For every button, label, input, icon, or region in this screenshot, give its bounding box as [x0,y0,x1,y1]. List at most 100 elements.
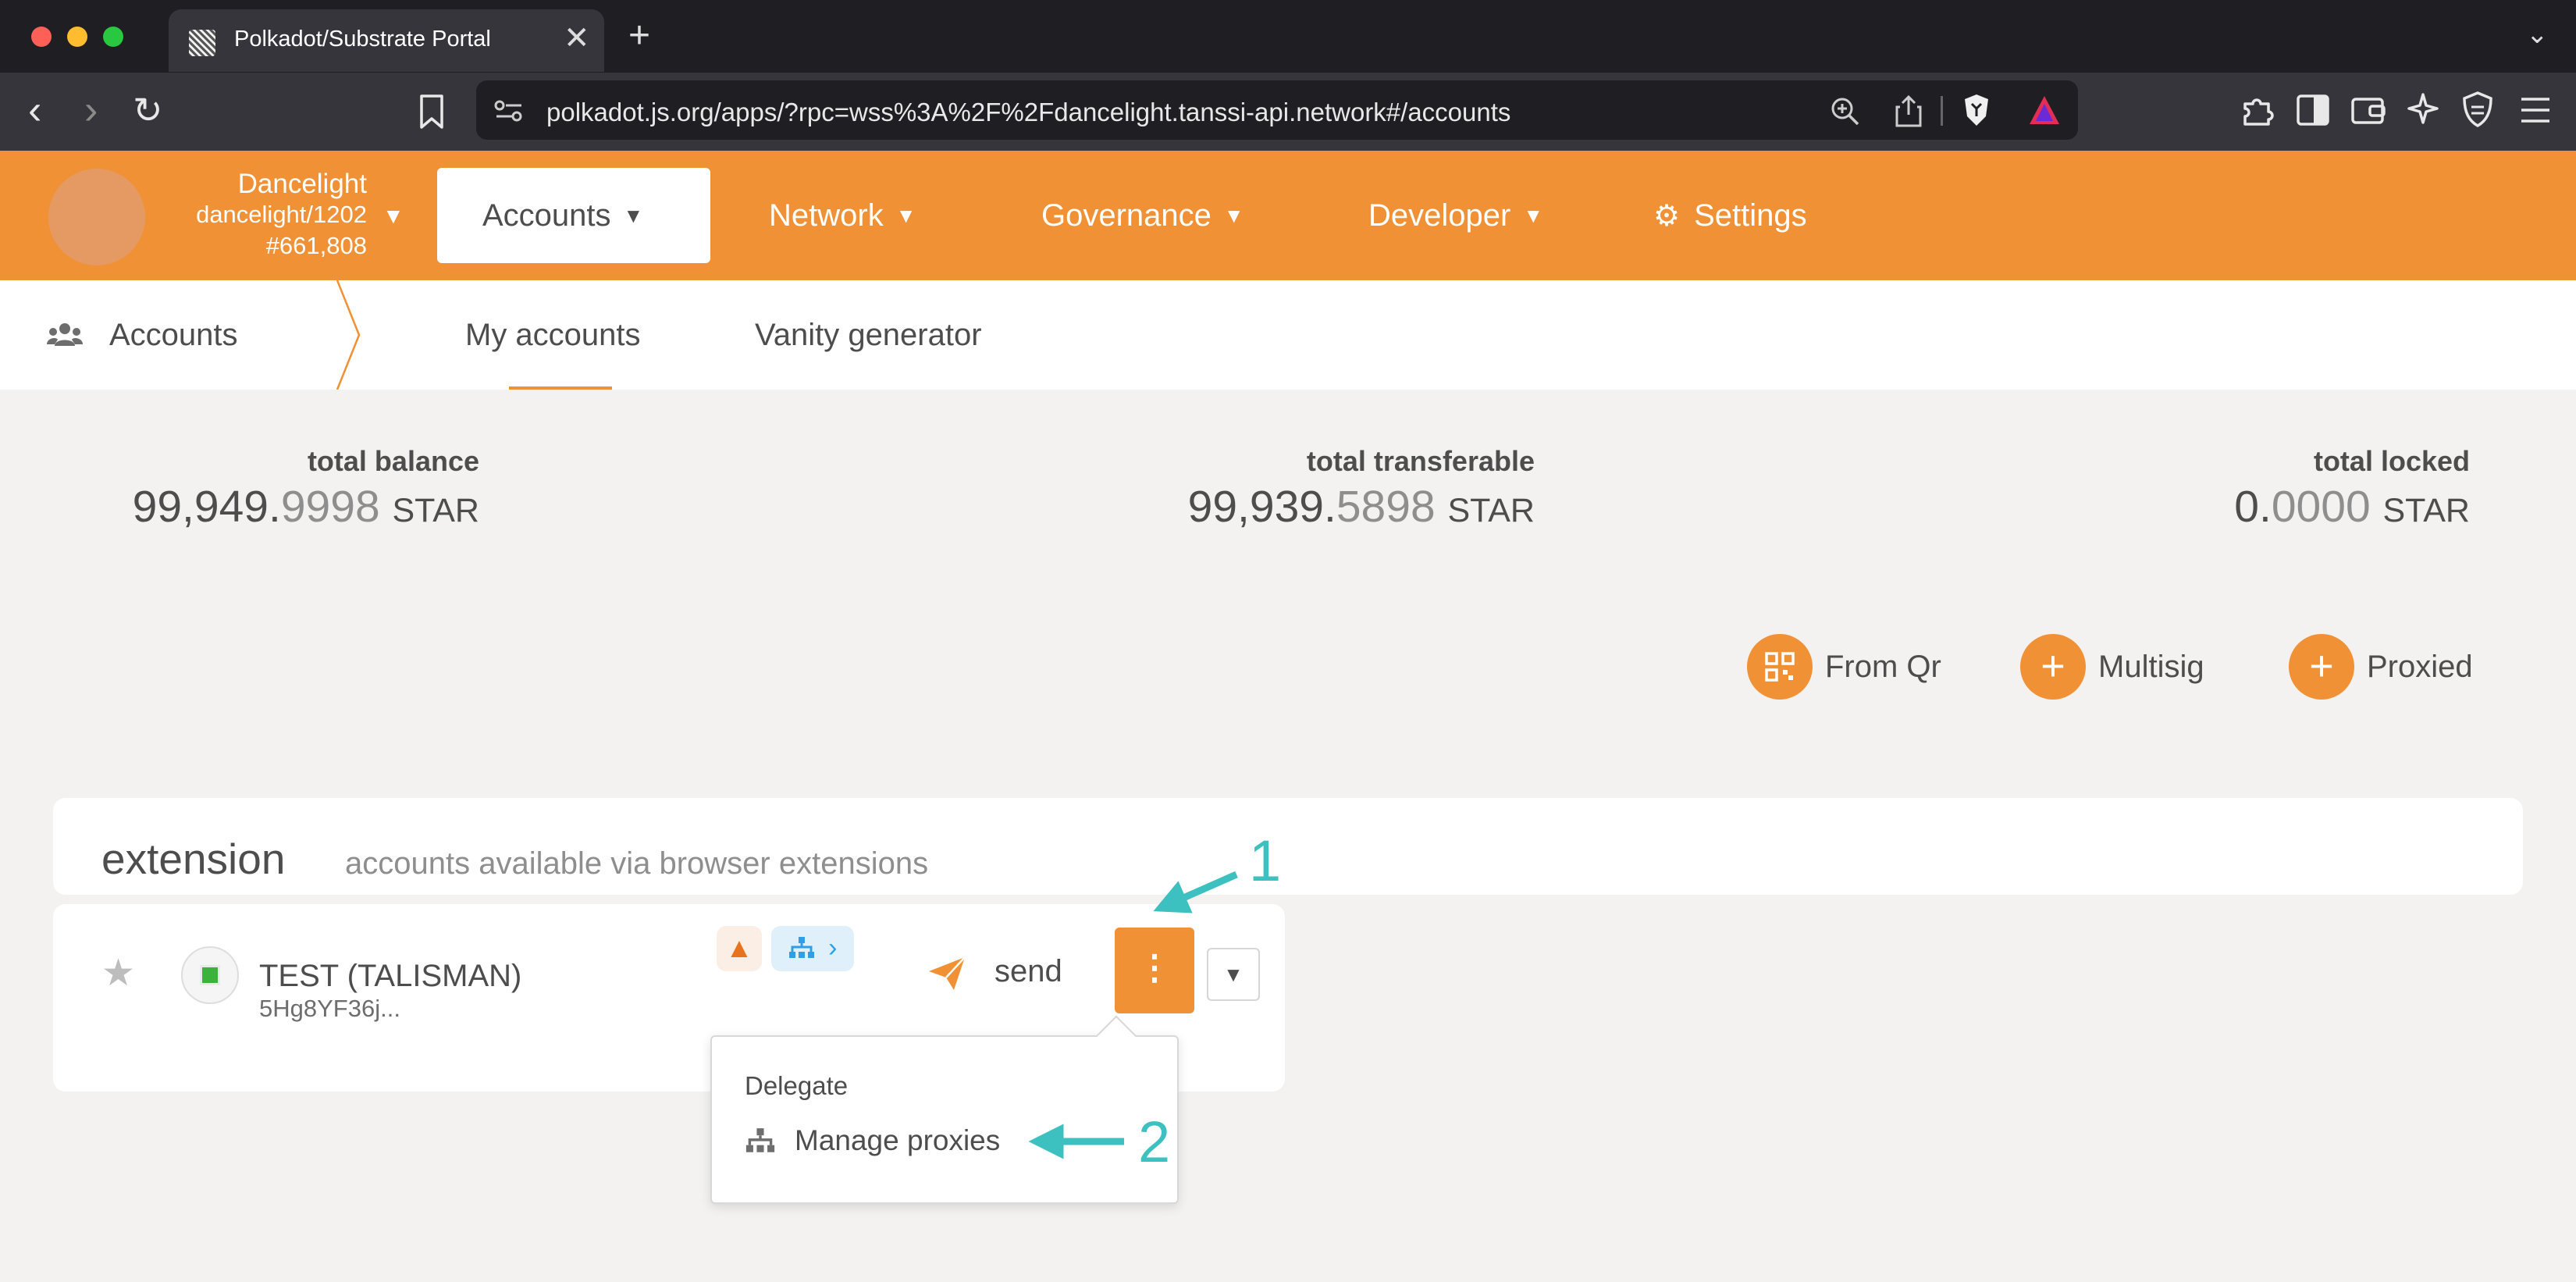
chain-spec-version[interactable]: dancelight/1202 [141,201,367,229]
extensions-puzzle-icon[interactable] [2240,93,2275,127]
account-identicon[interactable] [181,946,239,1004]
total-transferable-label: total transferable [1306,445,1535,477]
menu-governance-label: Governance [1041,198,1212,233]
qrcode-icon [1747,634,1813,700]
from-qr-label: From Qr [1825,649,1941,684]
account-name[interactable]: TEST (TALISMAN) [259,959,521,994]
menu-network[interactable]: Network ▼ [769,151,916,280]
close-window-button[interactable] [31,27,52,47]
total-balance-value: 99,949.9998 STAR [132,482,479,532]
popup-section-delegate: Delegate [745,1071,849,1100]
manage-proxies-menu-item[interactable]: Manage proxies [745,1124,1000,1157]
annotation-step-1: 1 [1249,828,1282,893]
maximize-window-button[interactable] [103,27,123,47]
summary-total-locked: total locked 0.0000 STAR [2108,445,2470,532]
site-settings-icon[interactable] [493,99,525,123]
menu-developer[interactable]: Developer ▼ [1368,151,1543,280]
menu-accounts-label: Accounts [482,198,611,233]
account-actions-popup: Delegate Manage proxies [710,1035,1179,1204]
app-header: Dancelight dancelight/1202 #661,808 ▼ Ac… [0,151,2576,280]
ellipsis-vertical-icon: ⋮ [1137,949,1172,987]
browser-toolbar: ‹ › ↻ polkadot.js.org/apps/?rpc=wss%3A%2… [0,73,2576,151]
caret-down-icon: ▼ [1223,204,1244,227]
summary-total-transferable: total transferable 99,939.5898 STAR [1132,445,1535,532]
hamburger-menu-icon[interactable] [2520,96,2551,124]
caret-down-icon: ▼ [895,204,916,227]
brave-shields-icon[interactable] [1962,93,1991,127]
paper-plane-icon[interactable] [927,956,966,992]
breadcrumb-separator [336,280,361,390]
identicon-core [200,965,220,985]
annotation-step-2: 2 [1138,1109,1171,1174]
forward-button[interactable]: › [84,87,98,134]
url-text: polkadot.js.org/apps/?rpc=wss%3A%2F%2Fda… [546,98,1511,126]
reload-button[interactable]: ↻ [133,87,163,134]
menu-settings-label: Settings [1694,198,1807,233]
vpn-shield-icon[interactable] [2462,91,2493,127]
new-tab-button[interactable]: + [628,14,650,57]
plus-icon: + [2289,634,2354,700]
add-proxied-button[interactable]: + Proxied [2289,634,2473,700]
wallet-icon[interactable] [2351,94,2386,126]
sitemap-icon [788,937,814,958]
chain-logo[interactable] [48,169,145,265]
share-icon[interactable] [1895,94,1922,127]
expand-account-button[interactable]: ▼ [1207,948,1260,1001]
favicon-icon [189,30,215,56]
caret-down-icon: ▼ [623,204,644,227]
chain-name[interactable]: Dancelight [172,169,367,200]
sidebar-icon[interactable] [2297,94,2329,126]
tab-vanity-generator[interactable]: Vanity generator [755,318,982,353]
chain-best-block[interactable]: #661,808 [172,232,367,260]
toolbar-divider [1941,96,1943,126]
minimize-window-button[interactable] [67,27,87,47]
tab-close-icon[interactable]: ✕ [564,20,590,56]
menu-settings[interactable]: ⚙ Settings [1653,151,1807,280]
bookmark-icon[interactable] [418,94,445,129]
total-locked-value: 0.0000 STAR [2234,482,2470,532]
caret-down-icon: ▼ [1223,963,1244,986]
send-button[interactable]: send [994,954,1062,989]
tabs-menu-chevron-icon[interactable]: ⌄ [2526,19,2549,50]
caret-down-icon: ▼ [1523,204,1544,227]
plus-icon: + [2020,634,2086,700]
menu-governance[interactable]: Governance ▼ [1041,151,1244,280]
proxy-badge[interactable]: › [771,926,854,971]
proxied-label: Proxied [2367,649,2473,684]
tab-title: Polkadot/Substrate Portal [234,27,491,52]
add-multisig-button[interactable]: + Multisig [2020,634,2204,700]
favorite-star-icon[interactable]: ★ [101,951,135,995]
chain-selector-caret-icon[interactable]: ▼ [382,204,404,229]
tab-my-accounts[interactable]: My accounts [465,318,641,353]
users-icon [47,323,83,346]
extension-section-title: extension [101,835,286,883]
leo-ai-sparkle-icon[interactable] [2406,91,2442,127]
account-menu-button[interactable]: ⋮ [1115,928,1194,1013]
chevron-right-icon: › [828,933,838,963]
active-tab-indicator [509,386,612,390]
total-locked-label: total locked [2313,445,2470,477]
extension-section-subtitle: accounts available via browser extension… [345,846,929,881]
subnav-section-title[interactable]: Accounts [109,318,238,353]
sitemap-icon [745,1128,775,1152]
browser-tab-bar: Polkadot/Substrate Portal ✕ + ⌄ [0,0,2576,73]
menu-accounts[interactable]: Accounts ▼ [437,168,710,263]
browser-tab[interactable]: Polkadot/Substrate Portal ✕ [169,9,604,72]
address-bar[interactable]: polkadot.js.org/apps/?rpc=wss%3A%2F%2Fda… [476,80,2078,140]
brave-rewards-icon[interactable] [2028,94,2061,126]
total-balance-label: total balance [307,445,479,477]
from-qr-button[interactable]: From Qr [1747,634,1941,700]
warning-icon[interactable]: ▲ [717,926,762,971]
multisig-label: Multisig [2098,649,2204,684]
back-button[interactable]: ‹ [28,87,41,134]
manage-proxies-label: Manage proxies [795,1124,1001,1156]
summary-total-balance: total balance 99,949.9998 STAR [106,445,479,532]
extension-section-header: extension accounts available via browser… [53,798,2523,895]
total-transferable-value: 99,939.5898 STAR [1187,482,1535,532]
menu-developer-label: Developer [1368,198,1511,233]
gears-icon: ⚙ [1653,200,1681,233]
account-address[interactable]: 5Hg8YF36j... [259,995,400,1023]
sub-navigation: Accounts My accounts Vanity generator [0,280,2576,390]
menu-network-label: Network [769,198,884,233]
zoom-icon[interactable] [1830,96,1861,127]
